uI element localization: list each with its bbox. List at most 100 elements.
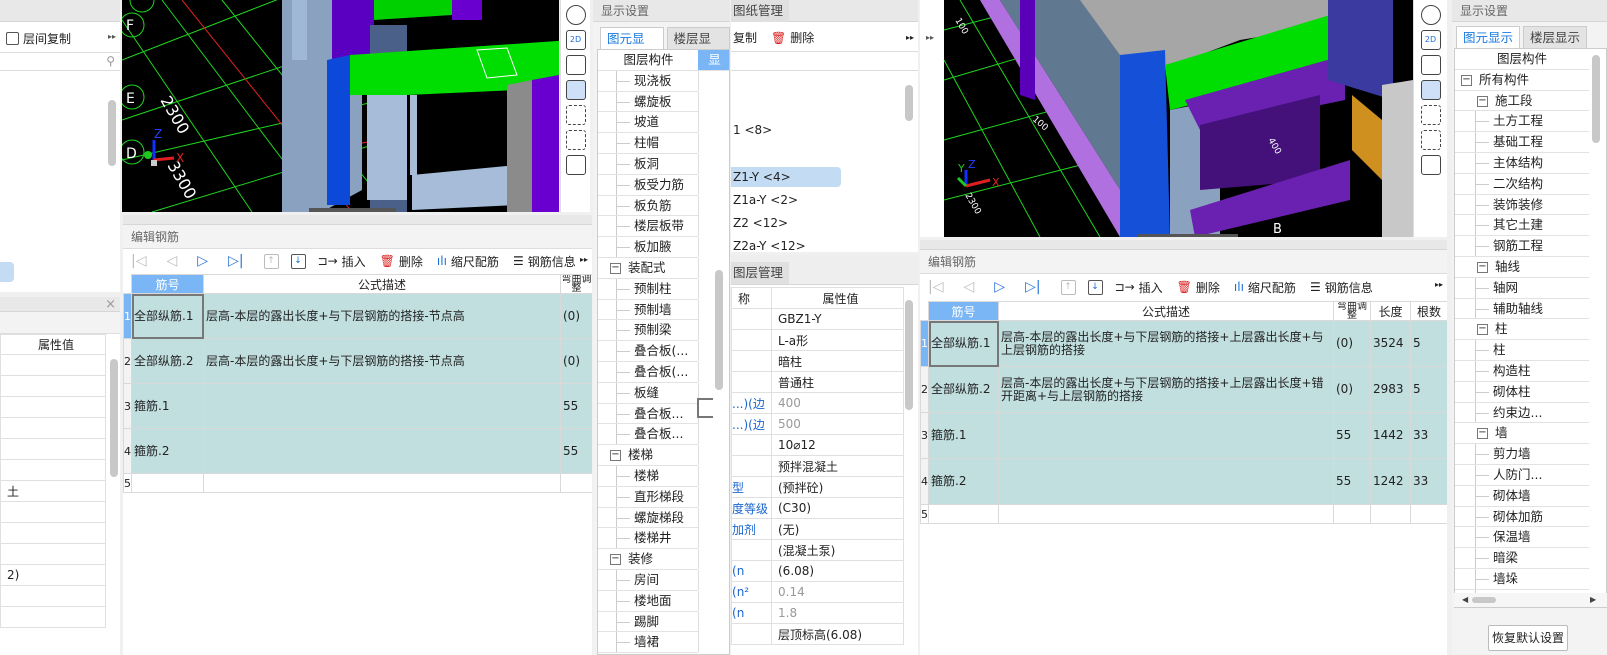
tree-item[interactable]: 楼梯: [598, 465, 699, 487]
next-icon[interactable]: ▷: [994, 279, 1005, 295]
tree-item[interactable]: 其它土建: [1455, 215, 1589, 237]
scale-rebar-button[interactable]: ılı 缩尺配筋: [437, 253, 499, 270]
scrollbar[interactable]: [1592, 55, 1600, 143]
cell-formula[interactable]: 层高-本层的露出长度+与下层钢筋的搭接-节点高: [203, 293, 561, 339]
more-icon[interactable]: ▸▸: [108, 32, 116, 41]
tree-item[interactable]: 叠合板(...: [598, 361, 699, 383]
drawing-list-item[interactable]: Z2 <12>: [731, 213, 841, 233]
show-cell[interactable]: [698, 216, 729, 237]
solid-cube-icon[interactable]: [565, 80, 586, 100]
property-row[interactable]: 预拌混凝土: [731, 455, 904, 477]
collapse-icon[interactable]: −: [1477, 324, 1488, 336]
property-row[interactable]: [0, 354, 106, 376]
scrollbar[interactable]: [905, 300, 913, 410]
tree-item[interactable]: 预制柱: [598, 278, 699, 300]
property-value[interactable]: 预拌混凝土: [771, 455, 904, 477]
tab-drawing-manager[interactable]: 图纸管理: [731, 0, 790, 22]
drawing-list-item[interactable]: Z2a-Y <12>: [731, 236, 841, 252]
drawing-list-item[interactable]: Z1a-Y <2>: [731, 190, 841, 210]
collapse-icon[interactable]: −: [1477, 428, 1488, 440]
selected-list-item[interactable]: [0, 262, 14, 282]
property-row[interactable]: 暗柱: [731, 350, 904, 372]
show-cell[interactable]: [698, 361, 729, 382]
tree-item[interactable]: 坡道: [598, 112, 699, 134]
rebar-row[interactable]: 1 全部纵筋.1 层高-本层的露出长度+与下层钢筋的搭接+上层露出长度+与上层钢筋的…: [920, 320, 1447, 367]
tab-layer-manager[interactable]: 图层管理: [731, 262, 790, 284]
tree-item[interactable]: − 装配式: [598, 257, 699, 279]
rebar-row[interactable]: 4 箍筋.2 55 1242 33: [920, 458, 1447, 505]
show-cell[interactable]: [698, 70, 729, 91]
horizontal-scrollbar[interactable]: ◀ ▶: [1454, 593, 1607, 607]
cell-length[interactable]: 2983: [1370, 366, 1411, 413]
property-value[interactable]: 0.14: [771, 581, 904, 603]
property-row[interactable]: [0, 417, 106, 439]
show-cell[interactable]: [698, 112, 729, 133]
property-value[interactable]: (C30): [771, 497, 904, 519]
property-value[interactable]: 暗柱: [771, 350, 904, 372]
orbit-icon[interactable]: [1420, 5, 1441, 25]
property-row[interactable]: 普通柱: [731, 371, 904, 393]
tree-item[interactable]: 墙垛: [1455, 568, 1589, 590]
tree-item[interactable]: − 轴线: [1455, 257, 1589, 278]
show-cell[interactable]: [698, 528, 729, 549]
tree-item[interactable]: 板缝: [598, 382, 699, 404]
tree-item[interactable]: 辅助轴线: [1455, 298, 1589, 320]
show-cell[interactable]: [698, 278, 729, 299]
rebar-info-button[interactable]: ☰ 钢筋信息: [513, 253, 576, 270]
property-row[interactable]: n) 1.8: [731, 602, 904, 624]
tree-item[interactable]: 剪力墙: [1455, 444, 1589, 465]
drawing-list-item[interactable]: 1 <8>: [731, 120, 841, 140]
editor-more-icon[interactable]: ▸▸: [580, 255, 588, 264]
cell-count[interactable]: 33: [1410, 458, 1447, 505]
property-row[interactable]: [0, 606, 106, 628]
tree-item[interactable]: 叠合板(...: [598, 341, 699, 362]
collapse-icon[interactable]: −: [1461, 74, 1472, 86]
tree-item[interactable]: 踢脚: [598, 611, 699, 633]
next-icon[interactable]: ▷: [197, 253, 208, 269]
property-value[interactable]: L-a形: [771, 329, 904, 351]
col-header[interactable]: 筋号: [928, 301, 999, 321]
property-value[interactable]: 1.8: [771, 602, 904, 624]
tab-element-display[interactable]: 图元显示: [600, 27, 664, 68]
display-settings-icon[interactable]: [1420, 155, 1441, 175]
restore-defaults-button[interactable]: 恢复默认设置: [1488, 625, 1568, 651]
move-down-icon[interactable]: ↓: [1087, 279, 1103, 295]
show-cell[interactable]: [698, 153, 729, 174]
property-row[interactable]: [0, 522, 106, 544]
cell-name[interactable]: 全部纵筋.2: [131, 338, 204, 384]
property-row[interactable]: [0, 459, 106, 481]
tree-item[interactable]: 预制梁: [598, 320, 699, 342]
wireframe-cube-icon[interactable]: [565, 55, 586, 75]
tab-element-display[interactable]: 图元显示: [1456, 26, 1521, 48]
display-settings-icon[interactable]: [565, 155, 586, 175]
delete-button[interactable]: 🗑 删除: [380, 253, 423, 270]
tree-item[interactable]: 板洞: [598, 153, 699, 175]
property-row[interactable]: 型 (预拌砼): [731, 476, 904, 498]
3d-viewport-2[interactable]: ▸▸ 100 400 100 2300 B Y Z X: [920, 0, 1413, 237]
rebar-row[interactable]: 2 全部纵筋.2 层高-本层的露出长度+与下层钢筋的搭接+上层露出长度+错开距离+与…: [920, 366, 1447, 413]
tree-item[interactable]: 砌体柱: [1455, 381, 1589, 403]
move-up-icon[interactable]: ↑: [1060, 279, 1076, 295]
show-cell[interactable]: [698, 507, 729, 528]
cell-name[interactable]: 箍筋.2: [928, 458, 999, 505]
drawing-list-item[interactable]: Z1-Y <4>: [731, 167, 841, 187]
cell-name[interactable]: 全部纵筋.1: [928, 320, 999, 367]
cell-bend[interactable]: 55: [560, 428, 592, 474]
tree-item[interactable]: 叠合板...: [598, 403, 699, 425]
tree-item[interactable]: 柱: [1455, 340, 1589, 361]
show-cell[interactable]: [698, 174, 729, 195]
show-cell[interactable]: [698, 590, 729, 611]
tree-item[interactable]: 暗梁: [1455, 548, 1589, 569]
property-value[interactable]: 层顶标高(6.08): [771, 623, 904, 645]
tree-item[interactable]: 楼梯井: [598, 528, 699, 550]
orbit-icon[interactable]: [565, 5, 586, 25]
col-header[interactable]: 根数: [1410, 301, 1447, 321]
tree-item[interactable]: 基础工程: [1455, 132, 1589, 153]
cell-name[interactable]: 箍筋.1: [928, 412, 999, 459]
collapse-icon[interactable]: −: [610, 554, 621, 566]
cell-count[interactable]: [1410, 504, 1447, 524]
property-row[interactable]: GBZ1-Y: [731, 308, 904, 330]
property-row[interactable]: 度等级 (C30): [731, 497, 904, 519]
property-row[interactable]: (混凝土泵): [731, 539, 904, 561]
property-row[interactable]: [0, 501, 106, 523]
